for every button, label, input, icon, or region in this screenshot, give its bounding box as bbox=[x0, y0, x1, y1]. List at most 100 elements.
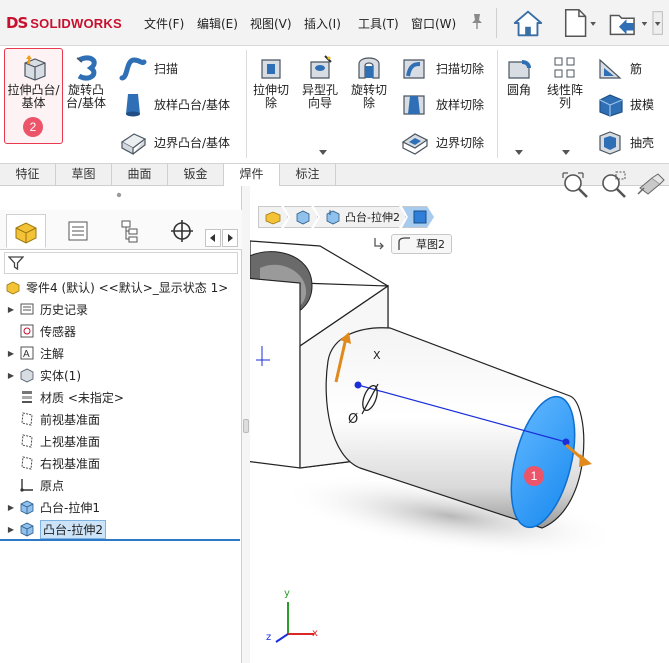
new-document-icon[interactable] bbox=[556, 5, 600, 41]
panel-grip-icon[interactable] bbox=[114, 192, 124, 198]
loft-cut-icon bbox=[403, 95, 425, 115]
fillet-label: 圆角 bbox=[506, 83, 531, 97]
zoom-to-fit-icon[interactable] bbox=[560, 170, 590, 200]
plane-icon bbox=[18, 432, 36, 450]
tab-features[interactable]: 特征 bbox=[0, 164, 56, 186]
tree-item[interactable]: 右视基准面 bbox=[6, 452, 100, 474]
linear-pattern-button[interactable]: 线性阵列 bbox=[543, 54, 587, 110]
ribbon-separator bbox=[246, 50, 247, 158]
loft-boss-button[interactable]: 放样凸台/基体 bbox=[118, 90, 230, 118]
ds-mark: DS bbox=[6, 14, 28, 32]
extrude-cut-label: 拉伸切除 bbox=[252, 83, 289, 110]
tree-item[interactable]: ▶ 历史记录 bbox=[6, 298, 88, 320]
tree-item-label: 材质 <未指定> bbox=[40, 390, 124, 405]
breadcrumb: 凸台-拉伸2 bbox=[258, 205, 430, 229]
loft-cut-button[interactable]: 放样切除 bbox=[400, 90, 484, 118]
step-badge-2: 2 bbox=[23, 117, 43, 137]
menu-file[interactable]: 文件(F) bbox=[144, 15, 184, 32]
rib-button[interactable]: 筋 bbox=[596, 54, 642, 82]
menu-edit[interactable]: 编辑(E) bbox=[197, 15, 238, 32]
ribbon-separator bbox=[497, 50, 498, 158]
boundary-cut-button[interactable]: 边界切除 bbox=[400, 128, 484, 156]
tree-item-label: 历史记录 bbox=[40, 302, 89, 317]
expand-arrow-icon[interactable]: ▶ bbox=[6, 525, 16, 534]
open-icon[interactable] bbox=[604, 5, 666, 41]
tree-rollback-bar[interactable] bbox=[0, 539, 240, 541]
fillet-button[interactable]: 圆角 bbox=[501, 54, 537, 97]
expand-arrow-icon[interactable]: ▶ bbox=[6, 305, 16, 314]
sensor-icon bbox=[18, 322, 36, 340]
menu-view[interactable]: 视图(V) bbox=[250, 15, 292, 32]
crosshair-icon bbox=[171, 220, 193, 242]
menu-window[interactable]: 窗口(W) bbox=[411, 15, 456, 32]
hole-dropdown-icon[interactable] bbox=[319, 150, 327, 155]
shell-button[interactable]: 抽壳 bbox=[596, 128, 654, 156]
pattern-dropdown-icon[interactable] bbox=[562, 150, 570, 155]
extrude-boss-button[interactable]: 拉伸凸台/基体 bbox=[6, 54, 61, 110]
splitter-handle[interactable] bbox=[243, 419, 249, 433]
annotation-icon: A bbox=[18, 344, 36, 362]
breadcrumb-face[interactable] bbox=[402, 206, 434, 228]
extrude-boss-label: 拉伸凸台/基体 bbox=[7, 83, 60, 110]
fillet-dropdown-icon[interactable] bbox=[515, 150, 523, 155]
hole-wizard-button[interactable]: 异型孔向导 bbox=[298, 54, 342, 110]
draft-button[interactable]: 拔模 bbox=[596, 90, 654, 118]
breadcrumb-part[interactable] bbox=[258, 206, 288, 228]
tab-sketch[interactable]: 草图 bbox=[56, 164, 112, 186]
tab-markup[interactable]: 标注 bbox=[280, 164, 336, 186]
revolve-cut-button[interactable]: 旋转切除 bbox=[346, 54, 392, 110]
tree-item[interactable]: ▶ 实体(1) bbox=[6, 364, 81, 386]
sweep-button[interactable]: 扫描 bbox=[118, 54, 178, 82]
solid-body-icon bbox=[18, 366, 36, 384]
tab-sheet-metal[interactable]: 钣金 bbox=[168, 164, 224, 186]
previous-view-icon[interactable] bbox=[636, 170, 666, 200]
loft-boss-label: 放样凸台/基体 bbox=[154, 97, 231, 112]
boundary-boss-button[interactable]: 边界凸台/基体 bbox=[118, 128, 230, 156]
tree-item[interactable]: ▶ A 注解 bbox=[6, 342, 64, 364]
tree-item[interactable]: 前视基准面 bbox=[6, 408, 100, 430]
breadcrumb-feature[interactable]: 凸台-拉伸2 bbox=[314, 206, 406, 228]
feature-manager-icon bbox=[15, 222, 37, 244]
home-icon[interactable] bbox=[508, 5, 548, 41]
tab-surfaces[interactable]: 曲面 bbox=[112, 164, 168, 186]
expand-arrow-icon[interactable]: ▶ bbox=[6, 349, 16, 358]
tree-filter-input[interactable] bbox=[4, 252, 238, 274]
sweep-cut-button[interactable]: 扫描切除 bbox=[400, 54, 484, 82]
tree-root-part[interactable]: 零件4 (默认) <<默认>_显示状态 1> bbox=[2, 276, 228, 298]
tree-item-label: 前视基准面 bbox=[40, 412, 101, 427]
sketch-chip[interactable]: 草图2 bbox=[372, 233, 452, 255]
property-manager-tab[interactable] bbox=[58, 214, 98, 248]
panel-scroll-right[interactable] bbox=[222, 229, 238, 247]
tree-item-label: 上视基准面 bbox=[40, 434, 101, 449]
dimxpert-tab[interactable] bbox=[162, 214, 202, 248]
panel-scroll-left[interactable] bbox=[205, 229, 221, 247]
feature-manager-tab[interactable] bbox=[6, 214, 46, 248]
menu-insert[interactable]: 插入(I) bbox=[304, 15, 341, 32]
sketch-chip-label: 草图2 bbox=[416, 238, 445, 251]
menu-tools[interactable]: 工具(T) bbox=[358, 15, 399, 32]
shell-label: 抽壳 bbox=[630, 135, 655, 150]
pin-icon[interactable] bbox=[470, 12, 484, 30]
tab-weldments[interactable]: 焊件 bbox=[224, 164, 280, 186]
tree-item[interactable]: 传感器 bbox=[6, 320, 76, 342]
revolve-boss-button[interactable]: 旋转凸台/基体 bbox=[63, 54, 109, 110]
tree-item[interactable]: 上视基准面 bbox=[6, 430, 100, 452]
graphics-viewport[interactable] bbox=[250, 186, 669, 663]
expand-arrow-icon[interactable]: ▶ bbox=[6, 503, 16, 512]
tree-item[interactable]: ▶ 凸台-拉伸2 bbox=[6, 518, 106, 540]
extrude-cut-button[interactable]: 拉伸切除 bbox=[249, 54, 293, 110]
configuration-manager-tab[interactable] bbox=[110, 214, 150, 248]
zoom-to-area-icon[interactable] bbox=[598, 170, 628, 200]
face-icon bbox=[412, 209, 428, 225]
tree-item-label: 凸台-拉伸1 bbox=[40, 500, 100, 515]
tree-item[interactable]: ▶ 凸台-拉伸1 bbox=[6, 496, 100, 518]
hole-wizard-label: 异型孔向导 bbox=[301, 83, 338, 110]
quick-access-separator bbox=[496, 8, 497, 38]
expand-arrow-icon[interactable]: ▶ bbox=[6, 371, 16, 380]
tree-item[interactable]: 材质 <未指定> bbox=[6, 386, 124, 408]
tree-item-label: 实体(1) bbox=[40, 368, 81, 383]
tree-item[interactable]: 原点 bbox=[6, 474, 64, 496]
origin-icon bbox=[18, 476, 36, 494]
sweep-icon bbox=[119, 57, 147, 81]
breadcrumb-body[interactable] bbox=[284, 206, 318, 228]
